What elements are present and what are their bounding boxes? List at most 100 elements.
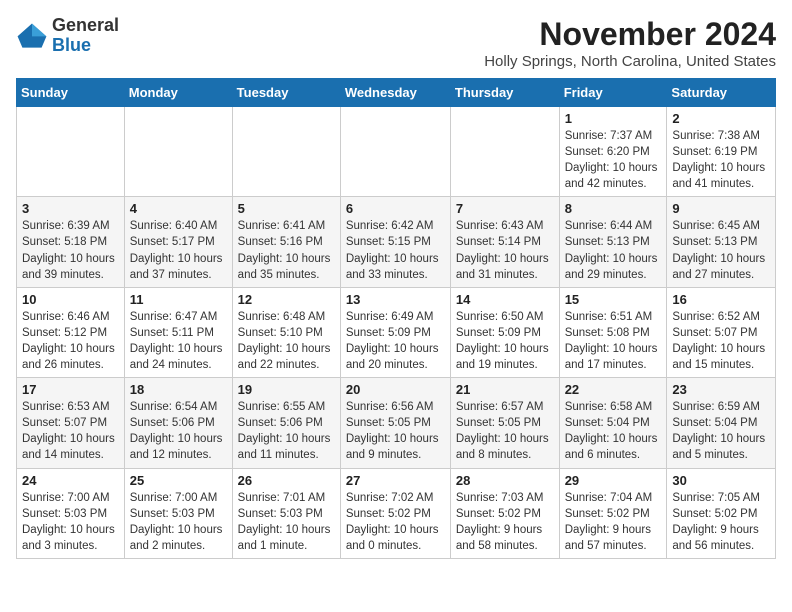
day-cell: 14Sunrise: 6:50 AM Sunset: 5:09 PM Dayli…	[450, 287, 559, 377]
day-detail: Sunrise: 7:02 AM Sunset: 5:02 PM Dayligh…	[346, 490, 445, 554]
day-detail: Sunrise: 6:40 AM Sunset: 5:17 PM Dayligh…	[130, 218, 227, 282]
day-cell: 22 Sunrise: 6:58 AM Sunset: 5:04 PM Dayli…	[559, 378, 667, 468]
day-number: 1	[565, 111, 662, 126]
day-cell: 23Sunrise: 6:59 AM Sunset: 5:04 PM Dayli…	[667, 378, 776, 468]
day-number: 18	[130, 382, 227, 397]
day-cell: 29Sunrise: 7:04 AM Sunset: 5:02 PM Dayli…	[559, 468, 667, 558]
day-detail: Sunrise: 6:58 AM Sunset: 5:04 PM Dayligh…	[565, 399, 662, 463]
day-detail: Sunrise: 6:43 AM Sunset: 5:14 PM Dayligh…	[456, 218, 554, 282]
day-number: 9	[672, 201, 770, 216]
day-cell: 25 Sunrise: 7:00 AM Sunset: 5:03 PM Dayli…	[124, 468, 232, 558]
day-number: 30	[672, 473, 770, 488]
day-cell: 24Sunrise: 7:00 AM Sunset: 5:03 PM Dayli…	[17, 468, 125, 558]
day-detail: Sunrise: 6:49 AM Sunset: 5:09 PM Dayligh…	[346, 309, 445, 373]
week-row-4: 17 Sunrise: 6:53 AM Sunset: 5:07 PM Dayli…	[17, 378, 776, 468]
day-cell: 4 Sunrise: 6:40 AM Sunset: 5:17 PM Daylig…	[124, 197, 232, 287]
day-cell: 3 Sunrise: 6:39 AM Sunset: 5:18 PM Daylig…	[17, 197, 125, 287]
day-header-wednesday: Wednesday	[340, 79, 450, 107]
day-detail: Sunrise: 6:39 AM Sunset: 5:18 PM Dayligh…	[22, 218, 119, 282]
calendar: SundayMondayTuesdayWednesdayThursdayFrid…	[16, 78, 776, 559]
day-number: 26	[238, 473, 335, 488]
day-detail: Sunrise: 6:53 AM Sunset: 5:07 PM Dayligh…	[22, 399, 119, 463]
week-row-5: 24 Sunrise: 7:00 AM Sunset: 5:03 PM Dayli…	[17, 468, 776, 558]
day-number: 22	[565, 382, 662, 397]
day-number: 17	[22, 382, 119, 397]
location: Holly Springs, North Carolina, United St…	[484, 53, 776, 70]
day-cell: 26 Sunrise: 7:01 AM Sunset: 5:03 PM Dayli…	[232, 468, 340, 558]
day-cell: 28 Sunrise: 7:03 AM Sunset: 5:02 PM Dayli…	[450, 468, 559, 558]
day-number: 3	[22, 201, 119, 216]
month-title: November 2024	[484, 16, 776, 53]
day-cell: 15Sunrise: 6:51 AM Sunset: 5:08 PM Dayli…	[559, 287, 667, 377]
day-cell: 20 Sunrise: 6:56 AM Sunset: 5:05 PM Dayli…	[340, 378, 450, 468]
week-row-3: 10 Sunrise: 6:46 AM Sunset: 5:12 PM Dayli…	[17, 287, 776, 377]
day-number: 19	[238, 382, 335, 397]
day-header-friday: Friday	[559, 79, 667, 107]
day-detail: Sunrise: 6:55 AM Sunset: 5:06 PM Dayligh…	[238, 399, 335, 463]
day-cell: 7 Sunrise: 6:43 AM Sunset: 5:14 PM Daylig…	[450, 197, 559, 287]
day-cell	[232, 107, 340, 197]
day-detail: Sunrise: 6:47 AM Sunset: 5:11 PM Dayligh…	[130, 309, 227, 373]
day-number: 21	[456, 382, 554, 397]
logo: General Blue	[16, 16, 119, 56]
day-cell: 10 Sunrise: 6:46 AM Sunset: 5:12 PM Dayli…	[17, 287, 125, 377]
day-cell: 11 Sunrise: 6:47 AM Sunset: 5:11 PM Dayli…	[124, 287, 232, 377]
day-detail: Sunrise: 6:42 AM Sunset: 5:15 PM Dayligh…	[346, 218, 445, 282]
day-cell: 17 Sunrise: 6:53 AM Sunset: 5:07 PM Dayli…	[17, 378, 125, 468]
day-number: 28	[456, 473, 554, 488]
day-detail: Sunrise: 6:56 AM Sunset: 5:05 PM Dayligh…	[346, 399, 445, 463]
day-number: 10	[22, 292, 119, 307]
day-detail: Sunrise: 6:45 AM Sunset: 5:13 PM Dayligh…	[672, 218, 770, 282]
week-row-1: 1 Sunrise: 7:37 AM Sunset: 6:20 PM Daylig…	[17, 107, 776, 197]
day-header-thursday: Thursday	[450, 79, 559, 107]
day-number: 5	[238, 201, 335, 216]
day-number: 25	[130, 473, 227, 488]
day-detail: Sunrise: 6:57 AM Sunset: 5:05 PM Dayligh…	[456, 399, 554, 463]
day-detail: Sunrise: 6:51 AM Sunset: 5:08 PM Dayligh…	[565, 309, 662, 373]
day-cell: 8Sunrise: 6:44 AM Sunset: 5:13 PM Daylig…	[559, 197, 667, 287]
day-number: 11	[130, 292, 227, 307]
day-detail: Sunrise: 6:52 AM Sunset: 5:07 PM Dayligh…	[672, 309, 770, 373]
day-header-tuesday: Tuesday	[232, 79, 340, 107]
day-number: 27	[346, 473, 445, 488]
day-cell: 30 Sunrise: 7:05 AM Sunset: 5:02 PM Dayli…	[667, 468, 776, 558]
day-header-monday: Monday	[124, 79, 232, 107]
day-detail: Sunrise: 6:46 AM Sunset: 5:12 PM Dayligh…	[22, 309, 119, 373]
day-cell: 2 Sunrise: 7:38 AM Sunset: 6:19 PM Daylig…	[667, 107, 776, 197]
logo-text: General Blue	[52, 16, 119, 56]
day-cell	[450, 107, 559, 197]
day-number: 4	[130, 201, 227, 216]
day-number: 16	[672, 292, 770, 307]
day-detail: Sunrise: 7:00 AM Sunset: 5:03 PM Dayligh…	[130, 490, 227, 554]
day-number: 20	[346, 382, 445, 397]
day-cell: 13 Sunrise: 6:49 AM Sunset: 5:09 PM Dayli…	[340, 287, 450, 377]
day-detail: Sunrise: 7:38 AM Sunset: 6:19 PM Dayligh…	[672, 128, 770, 192]
day-number: 13	[346, 292, 445, 307]
day-detail: Sunrise: 6:41 AM Sunset: 5:16 PM Dayligh…	[238, 218, 335, 282]
day-cell	[340, 107, 450, 197]
day-cell: 9 Sunrise: 6:45 AM Sunset: 5:13 PM Daylig…	[667, 197, 776, 287]
page-header: General Blue November 2024 Holly Springs…	[16, 16, 776, 70]
day-detail: Sunrise: 6:48 AM Sunset: 5:10 PM Dayligh…	[238, 309, 335, 373]
day-cell: 21 Sunrise: 6:57 AM Sunset: 5:05 PM Dayli…	[450, 378, 559, 468]
day-header-saturday: Saturday	[667, 79, 776, 107]
day-number: 29	[565, 473, 662, 488]
day-cell: 5 Sunrise: 6:41 AM Sunset: 5:16 PM Daylig…	[232, 197, 340, 287]
day-number: 7	[456, 201, 554, 216]
day-cell: 6 Sunrise: 6:42 AM Sunset: 5:15 PM Daylig…	[340, 197, 450, 287]
day-number: 6	[346, 201, 445, 216]
day-detail: Sunrise: 7:03 AM Sunset: 5:02 PM Dayligh…	[456, 490, 554, 554]
day-cell: 1 Sunrise: 7:37 AM Sunset: 6:20 PM Daylig…	[559, 107, 667, 197]
day-number: 23	[672, 382, 770, 397]
day-number: 24	[22, 473, 119, 488]
day-number: 8	[565, 201, 662, 216]
day-cell: 27 Sunrise: 7:02 AM Sunset: 5:02 PM Dayli…	[340, 468, 450, 558]
week-row-2: 3 Sunrise: 6:39 AM Sunset: 5:18 PM Daylig…	[17, 197, 776, 287]
day-cell	[17, 107, 125, 197]
day-detail: Sunrise: 7:37 AM Sunset: 6:20 PM Dayligh…	[565, 128, 662, 192]
logo-icon	[16, 22, 48, 50]
day-detail: Sunrise: 7:01 AM Sunset: 5:03 PM Dayligh…	[238, 490, 335, 554]
day-detail: Sunrise: 7:05 AM Sunset: 5:02 PM Dayligh…	[672, 490, 770, 554]
day-cell: 12Sunrise: 6:48 AM Sunset: 5:10 PM Dayli…	[232, 287, 340, 377]
day-number: 2	[672, 111, 770, 126]
